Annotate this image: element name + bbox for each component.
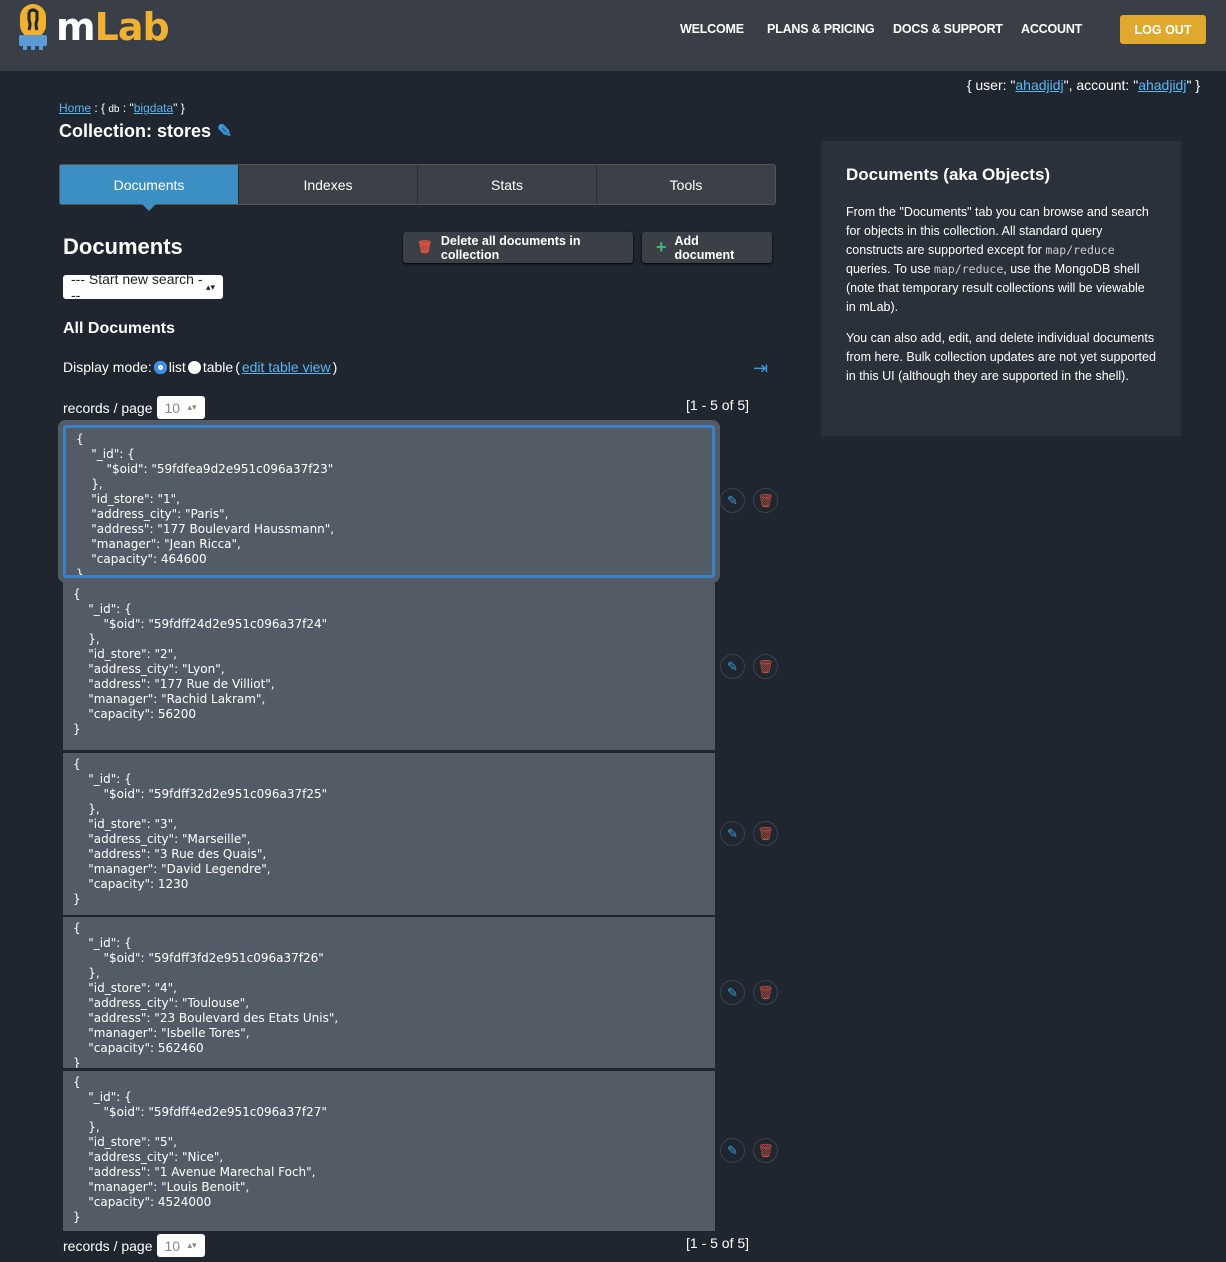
page-title: Collection: stores ✎ bbox=[59, 121, 232, 142]
document-text[interactable]: { "_id": { "$oid": "59fdff32d2e951c096a3… bbox=[63, 753, 715, 915]
records-per-page-bottom: records / page 10 ▴▾ bbox=[63, 1234, 205, 1257]
nav-docs-support[interactable]: DOCS & SUPPORT bbox=[893, 22, 1003, 36]
tab-documents[interactable]: Documents bbox=[60, 165, 239, 211]
nav-account[interactable]: ACCOUNT bbox=[1021, 22, 1082, 36]
document-editor[interactable]: { "_id": { "$oid": "59fdff4ed2e951c096a3… bbox=[63, 1071, 715, 1231]
trash-icon: 🗑 bbox=[417, 240, 433, 254]
tab-stats[interactable]: Stats bbox=[418, 165, 597, 204]
delete-document-icon[interactable]: 🗑 bbox=[753, 654, 778, 679]
document-editor[interactable]: { "_id": { "$oid": "59fdfea9d2e951c096a3… bbox=[63, 425, 715, 578]
documents-heading: Documents bbox=[63, 234, 183, 259]
document-editor[interactable]: { "_id": { "$oid": "59fdff24d2e951c096a3… bbox=[63, 583, 715, 750]
top-header: mLab WELCOME PLANS & PRICING DOCS & SUPP… bbox=[0, 0, 1226, 71]
add-document-label: Add document bbox=[674, 233, 735, 262]
paren-open: ( bbox=[235, 359, 240, 375]
userline-suffix: " } bbox=[1186, 77, 1200, 93]
help-paragraph-2: You can also add, edit, and delete indiv… bbox=[846, 331, 1156, 383]
delete-all-documents-button[interactable]: 🗑 Delete all documents in collection bbox=[403, 232, 633, 263]
edit-document-icon[interactable]: ✎ bbox=[720, 980, 745, 1005]
logo-text-lab: Lab bbox=[94, 5, 170, 49]
rpp-value: 10 bbox=[164, 399, 181, 416]
edit-collection-icon[interactable]: ✎ bbox=[217, 121, 232, 141]
export-icon[interactable]: ⇥ bbox=[753, 358, 768, 379]
select-arrows-icon: ▴▾ bbox=[187, 402, 197, 412]
delete-all-label: Delete all documents in collection bbox=[440, 233, 581, 262]
add-document-button[interactable]: + Add document bbox=[642, 232, 772, 263]
pagination-range-bottom: [1 - 5 of 5] bbox=[686, 1235, 750, 1251]
list-label: list bbox=[168, 359, 186, 375]
breadcrumb-sep: : { bbox=[91, 101, 109, 115]
select-arrows-icon: ▴▾ bbox=[205, 281, 215, 292]
search-select[interactable]: --- Start new search --- ▴▾ bbox=[63, 271, 223, 303]
search-select-value: --- Start new search --- bbox=[71, 271, 203, 303]
delete-document-icon[interactable]: 🗑 bbox=[753, 488, 778, 513]
breadcrumb: Home : { db : "bigdata" } bbox=[59, 101, 185, 115]
mlab-logo-icon bbox=[19, 4, 47, 50]
edit-document-icon[interactable]: ✎ bbox=[720, 654, 745, 679]
edit-document-icon[interactable]: ✎ bbox=[720, 488, 745, 513]
document-text[interactable]: { "_id": { "$oid": "59fdff3fd2e951c096a3… bbox=[63, 917, 715, 1068]
breadcrumb-db-label: db bbox=[108, 104, 120, 115]
plus-icon: + bbox=[656, 237, 667, 257]
records-per-page-select[interactable]: 10 ▴▾ bbox=[156, 1234, 205, 1257]
collection-tabs: Documents Indexes Stats Tools bbox=[59, 164, 776, 211]
records-per-page-top: records / page 10 ▴▾ bbox=[63, 396, 205, 419]
document-text[interactable]: { "_id": { "$oid": "59fdff4ed2e951c096a3… bbox=[63, 1071, 715, 1231]
userline-prefix: { user: " bbox=[966, 77, 1016, 93]
breadcrumb-end: " } bbox=[173, 101, 185, 115]
document-text[interactable]: { "_id": { "$oid": "59fdfea9d2e951c096a3… bbox=[66, 428, 712, 575]
breadcrumb-db-sep: : " bbox=[119, 101, 134, 115]
all-documents-heading: All Documents bbox=[63, 320, 176, 337]
records-per-page-label: records / page bbox=[63, 1237, 153, 1254]
delete-document-icon[interactable]: 🗑 bbox=[753, 980, 778, 1005]
select-arrows-icon: ▴▾ bbox=[187, 1240, 197, 1250]
table-label: table bbox=[202, 359, 234, 375]
rpp-value: 10 bbox=[164, 1237, 181, 1254]
records-per-page-label: records / page bbox=[63, 399, 153, 416]
document-editor[interactable]: { "_id": { "$oid": "59fdff32d2e951c096a3… bbox=[63, 753, 715, 915]
records-per-page-select[interactable]: 10 ▴▾ bbox=[156, 396, 205, 419]
edit-document-icon[interactable]: ✎ bbox=[720, 1138, 745, 1163]
breadcrumb-home[interactable]: Home bbox=[59, 101, 91, 115]
help-code: map/reduce bbox=[1045, 243, 1115, 257]
delete-document-icon[interactable]: 🗑 bbox=[753, 1138, 778, 1163]
delete-document-icon[interactable]: 🗑 bbox=[753, 821, 778, 846]
tab-tools[interactable]: Tools bbox=[597, 165, 775, 204]
nav-plans-pricing[interactable]: PLANS & PRICING bbox=[767, 22, 875, 36]
display-mode: Display mode: list table (edit table vie… bbox=[63, 359, 337, 375]
help-text: queries. To use bbox=[846, 262, 935, 276]
paren-close: ) bbox=[332, 359, 338, 375]
user-link[interactable]: ahadjidj bbox=[1015, 77, 1063, 93]
tab-indexes[interactable]: Indexes bbox=[239, 165, 418, 204]
help-paragraph-1: From the "Documents" tab you can browse … bbox=[846, 203, 1156, 317]
edit-document-icon[interactable]: ✎ bbox=[720, 821, 745, 846]
document-text[interactable]: { "_id": { "$oid": "59fdff24d2e951c096a3… bbox=[63, 583, 715, 750]
pagination-range-top: [1 - 5 of 5] bbox=[686, 397, 750, 413]
account-link[interactable]: ahadjidj bbox=[1138, 77, 1186, 93]
list-radio[interactable] bbox=[153, 360, 167, 374]
nav-welcome[interactable]: WELCOME bbox=[680, 22, 744, 36]
help-sidebar: Documents (aka Objects) From the "Docume… bbox=[821, 141, 1181, 436]
edit-table-view-link[interactable]: edit table view bbox=[242, 359, 331, 375]
collection-title: Collection: stores bbox=[59, 121, 212, 141]
help-title: Documents (aka Objects) bbox=[846, 165, 1051, 184]
user-account-line: { user: "ahadjidj", account: "ahadjidj" … bbox=[967, 77, 1200, 93]
logout-button[interactable]: LOG OUT bbox=[1120, 15, 1206, 44]
display-mode-label: Display mode: bbox=[63, 359, 152, 375]
table-radio[interactable] bbox=[187, 360, 201, 374]
breadcrumb-db-link[interactable]: bigdata bbox=[134, 101, 173, 115]
logo-text-m: m bbox=[56, 5, 96, 49]
help-code: map/reduce bbox=[934, 262, 1004, 276]
mlab-logo[interactable]: mLab bbox=[18, 2, 170, 52]
userline-mid: ", account: " bbox=[1063, 77, 1139, 93]
document-editor[interactable]: { "_id": { "$oid": "59fdff3fd2e951c096a3… bbox=[63, 917, 715, 1068]
